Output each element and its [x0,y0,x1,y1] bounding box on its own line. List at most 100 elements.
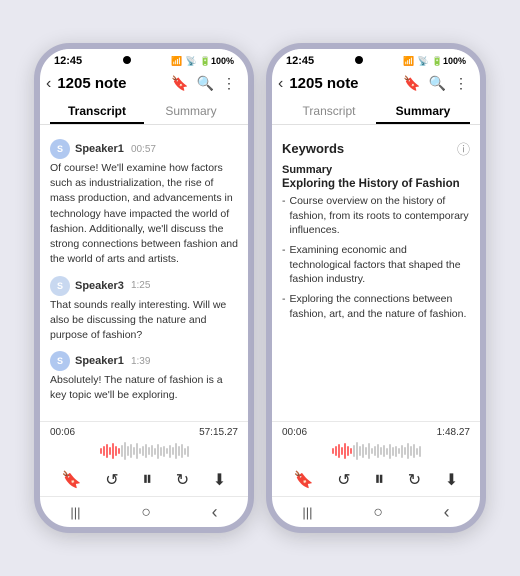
wb2 [368,443,370,459]
wb [184,448,186,455]
wb2 [335,446,337,456]
info-icon[interactable]: ⓘ [457,139,470,158]
bookmark-header-icon-1[interactable]: 🔖 [169,73,190,94]
wb2 [338,444,340,458]
bullet-dash-1: - [282,243,286,287]
wb2 [389,444,391,459]
wb [178,446,180,456]
rewind-control-1[interactable]: ↺ [105,470,118,490]
tab-transcript-1[interactable]: Transcript [50,98,144,124]
wb [169,445,171,458]
search-icon-1[interactable]: 🔍 [195,73,216,94]
wb2 [332,448,334,454]
wifi-icon: 📶 [171,56,182,67]
wb [181,444,183,458]
wb [151,445,153,457]
forward-control-2[interactable]: ↻ [408,470,421,490]
wb2 [353,445,355,457]
header-1: ‹ 1205 note 🔖 🔍 ⋮ [40,69,248,98]
wb [112,443,114,459]
nav-menu-2[interactable]: ||| [302,505,312,520]
pause-control-2[interactable]: ⏸ [374,468,384,491]
wb2 [365,447,367,455]
bullet-text-2: Exploring the connections between fashio… [290,292,471,321]
battery-icon: 🔋100% [200,56,234,67]
speaker-time-2: 1:39 [131,356,150,367]
waveform-2 [282,440,470,462]
bookmark-header-icon-2[interactable]: 🔖 [401,73,422,94]
wifi-icon-2: 📶 [403,56,414,67]
back-button-1[interactable]: ‹ [46,75,51,93]
nav-bar-1: ||| ○ ‹ [40,496,248,527]
nav-home-2[interactable]: ○ [373,504,383,522]
save-control-1[interactable]: ⬇ [213,470,226,490]
nav-menu-1[interactable]: ||| [70,505,80,520]
avatar-1: S [50,276,70,296]
tabs-1: Transcript Summary [40,98,248,125]
wb2 [401,445,403,458]
wb [154,448,156,455]
wb2 [356,442,358,460]
search-icon-2[interactable]: 🔍 [427,73,448,94]
wb2 [419,446,421,457]
keywords-title: Keywords [282,141,344,156]
nav-home-1[interactable]: ○ [141,504,151,522]
battery-icon-2: 🔋100% [432,56,466,67]
current-time-1: 00:06 [50,427,75,438]
speaker-time-0: 00:57 [131,144,156,155]
tab-summary-1[interactable]: Summary [144,98,238,124]
nav-back-1[interactable]: ‹ [212,502,218,523]
transcript-text-2: Absolutely! The nature of fashion is a k… [50,373,238,403]
wb [136,443,138,459]
speaker-row-2: S Speaker1 1:39 [50,351,238,371]
bookmark-control-2[interactable]: 🔖 [294,470,314,490]
bookmark-control-1[interactable]: 🔖 [62,470,82,490]
nav-back-2[interactable]: ‹ [444,502,450,523]
forward-control-1[interactable]: ↻ [176,470,189,490]
bullet-item-2: - Exploring the connections between fash… [282,292,470,321]
total-time-1: 57:15.27 [199,427,238,438]
wb2 [395,446,397,457]
back-button-2[interactable]: ‹ [278,75,283,93]
wb [172,447,174,455]
wb [175,443,177,459]
time-2: 12:45 [286,55,314,67]
signal-icon-2: 📡 [418,56,429,67]
wb2 [398,448,400,454]
rewind-control-2[interactable]: ↺ [337,470,350,490]
phone-summary: 12:45 📶 📡 🔋100% ‹ 1205 note 🔖 🔍 ⋮ Transc… [266,43,486,533]
player-bar-2: 00:06 1:48.27 [272,421,480,496]
time-1: 12:45 [54,55,82,67]
wb2 [380,447,382,455]
tab-summary-2[interactable]: Summary [376,98,470,124]
pause-control-1[interactable]: ⏸ [142,468,152,491]
keywords-header: Keywords ⓘ [282,139,470,158]
wb [160,447,162,456]
transcript-text-1: That sounds really interesting. Will we … [50,298,238,344]
avatar-0: S [50,139,70,159]
player-bar-1: 00:06 57:15.27 [40,421,248,496]
signal-icon: 📡 [186,56,197,67]
player-times-2: 00:06 1:48.27 [282,427,470,438]
nav-bar-2: ||| ○ ‹ [272,496,480,527]
more-icon-2[interactable]: ⋮ [452,73,470,94]
speaker-time-1: 1:25 [131,280,150,291]
bullet-dash-2: - [282,292,286,321]
wb2 [359,446,361,456]
more-icon-1[interactable]: ⋮ [220,73,238,94]
status-bar-1: 12:45 📶 📡 🔋100% [40,49,248,69]
wb [106,444,108,458]
summary-subtitle: Exploring the History of Fashion [282,178,470,190]
wb2 [416,448,418,455]
wb [130,444,132,458]
transcript-text-0: Of course! We'll examine how factors suc… [50,161,238,268]
wb2 [347,446,349,456]
tab-transcript-2[interactable]: Transcript [282,98,376,124]
wb [163,446,165,457]
wb2 [350,448,352,454]
wb [121,445,123,457]
bullet-text-1: Examining economic and technological fac… [290,243,471,287]
phone-transcript: 12:45 📶 📡 🔋100% ‹ 1205 note 🔖 🔍 ⋮ Transc… [34,43,254,533]
wb [115,446,117,456]
save-control-2[interactable]: ⬇ [445,470,458,490]
